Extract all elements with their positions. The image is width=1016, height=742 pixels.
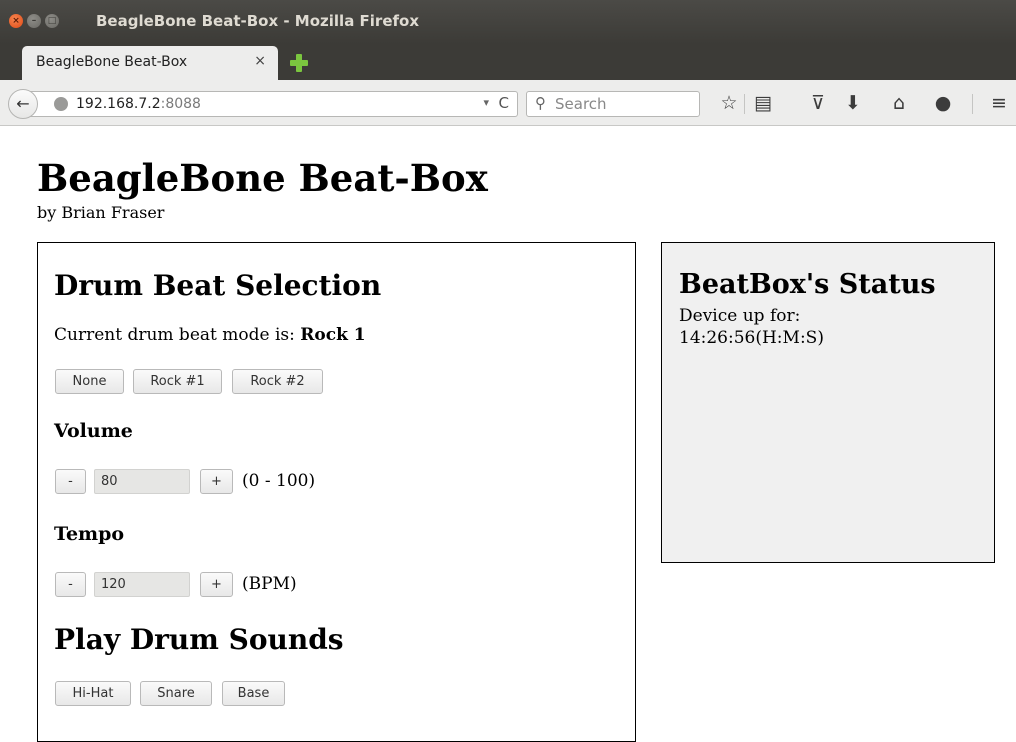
volume-heading: Volume (54, 420, 133, 442)
tempo-decrease-button[interactable]: - (55, 572, 86, 597)
uptime-value: 14:26:56(H:M:S) (679, 328, 824, 348)
back-button[interactable]: ← (8, 89, 38, 119)
search-icon: ⚲ (535, 94, 546, 112)
chat-icon[interactable]: ● (930, 90, 956, 116)
volume-field[interactable]: 80 (94, 469, 190, 494)
uptime-label: Device up for: (679, 306, 801, 326)
tempo-unit-text: (BPM) (242, 574, 297, 594)
tempo-field[interactable]: 120 (94, 572, 190, 597)
page-title: BeagleBone Beat-Box (37, 156, 488, 200)
tab-label: BeagleBone Beat-Box (36, 54, 188, 70)
play-drum-sounds-heading: Play Drum Sounds (54, 623, 344, 656)
window-controls: × – □ (9, 14, 59, 28)
page-byline: by Brian Fraser (37, 203, 165, 222)
window-minimize-button[interactable]: – (27, 14, 41, 28)
drum-beat-selection-heading: Drum Beat Selection (54, 269, 382, 302)
window-title: BeagleBone Beat-Box - Mozilla Firefox (96, 12, 419, 30)
url-host: 192.168.7.2 (76, 96, 161, 112)
pocket-icon[interactable]: ⊽ (805, 90, 831, 116)
url-text[interactable]: 192.168.7.2:8088 (76, 96, 201, 112)
search-input[interactable]: ⚲ Search (526, 91, 700, 117)
globe-icon (54, 97, 68, 111)
current-mode-prefix: Current drum beat mode is: (54, 325, 301, 345)
window-titlebar: × – □ BeagleBone Beat-Box - Mozilla Fire… (0, 0, 1016, 44)
volume-decrease-button[interactable]: - (55, 469, 86, 494)
tab-strip: BeagleBone Beat-Box × (0, 44, 1016, 80)
snare-button[interactable]: Snare (140, 681, 212, 706)
search-placeholder: Search (555, 95, 607, 113)
download-icon[interactable]: ⬇ (840, 90, 866, 116)
window-close-button[interactable]: × (9, 14, 23, 28)
drum-control-panel: Drum Beat Selection Current drum beat mo… (37, 242, 636, 742)
tempo-heading: Tempo (54, 523, 125, 545)
menu-hamburger-icon[interactable]: ≡ (986, 90, 1012, 116)
tab-beaglebone[interactable]: BeagleBone Beat-Box × (22, 46, 278, 80)
volume-increase-button[interactable]: + (200, 469, 233, 494)
url-bar[interactable]: 192.168.7.2:8088 ▾ C (30, 91, 518, 117)
navigation-toolbar: 192.168.7.2:8088 ▾ C ← ⚲ Search ☆ ▤ ⊽ ⬇ … (0, 80, 1016, 126)
current-mode-text: Current drum beat mode is: Rock 1 (54, 325, 366, 345)
bookmark-star-icon[interactable]: ☆ (716, 90, 742, 116)
mode-rock1-button[interactable]: Rock #1 (133, 369, 222, 394)
current-mode-value: Rock 1 (300, 325, 366, 345)
mode-none-button[interactable]: None (55, 369, 124, 394)
toolbar-separator (972, 94, 973, 114)
volume-range-text: (0 - 100) (242, 471, 316, 491)
base-button[interactable]: Base (222, 681, 285, 706)
new-tab-plus-icon[interactable] (289, 53, 309, 73)
beatbox-status-panel: BeatBox's Status Device up for: 14:26:56… (661, 242, 995, 563)
url-port: :8088 (160, 96, 201, 112)
toolbar-separator (744, 94, 745, 114)
reading-list-icon[interactable]: ▤ (750, 90, 776, 116)
url-history-dropdown-icon[interactable]: ▾ (483, 96, 489, 109)
home-icon[interactable]: ⌂ (886, 90, 912, 116)
tempo-increase-button[interactable]: + (200, 572, 233, 597)
status-heading: BeatBox's Status (679, 269, 936, 300)
hihat-button[interactable]: Hi-Hat (55, 681, 131, 706)
tab-close-icon[interactable]: × (254, 53, 266, 69)
mode-rock2-button[interactable]: Rock #2 (232, 369, 323, 394)
reload-icon[interactable]: C (499, 94, 509, 112)
window-maximize-button[interactable]: □ (45, 14, 59, 28)
